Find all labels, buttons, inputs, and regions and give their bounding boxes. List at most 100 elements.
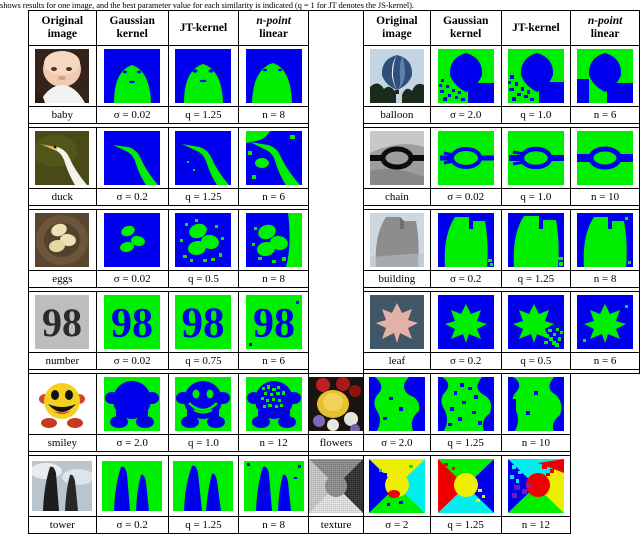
texture-noise-overlay [309, 459, 364, 513]
segmentation-map [437, 295, 494, 349]
param-jt-building: q = 1.25 [500, 270, 572, 288]
cell-npoint-eggs [238, 209, 310, 271]
cell-npoint-tower [238, 455, 310, 517]
thumb-texture-gaussian [368, 459, 425, 513]
header-original-image-right: Original image [363, 10, 431, 46]
segmentation-map [507, 377, 564, 431]
param-jt-duck: q = 1.25 [167, 188, 240, 206]
segmentation-map [507, 131, 564, 185]
thumb-leaf-gaussian [437, 295, 494, 349]
svg-text:98: 98 [111, 301, 153, 347]
thumb-building-npoint [577, 213, 634, 267]
cell-npoint-building [570, 209, 640, 271]
thumb-balloon-gaussian [437, 49, 494, 103]
cell-npoint-leaf [570, 291, 640, 353]
cell-jt-texture [429, 455, 502, 517]
cell-jt-smiley [167, 373, 240, 435]
param-gaussian-texture: σ = 2 [363, 516, 431, 534]
header-jt-kernel-right: JT-kernel [500, 10, 572, 46]
cell-jt-building [500, 209, 572, 271]
label-texture: texture [308, 516, 365, 534]
param-npoint-smiley: n = 12 [238, 434, 310, 452]
cell-jt-flowers [429, 373, 502, 435]
segmentation-map [437, 49, 494, 103]
thumb-building-gaussian [437, 213, 494, 267]
header-line1: Gaussian [442, 15, 489, 27]
cell-jt-tower [167, 455, 240, 517]
thumb-texture-original [309, 459, 364, 513]
thumb-balloon-npoint [577, 49, 634, 103]
param-jt-smiley: q = 1.0 [167, 434, 240, 452]
label-balloon: balloon [363, 106, 431, 124]
label-baby: baby [28, 106, 97, 124]
segmentation-map [175, 131, 232, 185]
thumb-eggs-gaussian [104, 213, 161, 267]
segmentation-map [104, 131, 161, 185]
thumb-leaf-original [369, 295, 424, 349]
param-npoint-flowers: n = 10 [500, 434, 572, 452]
segmentation-map [437, 213, 494, 267]
cell-gaussian-tower [95, 455, 169, 517]
svg-text:98: 98 [182, 300, 225, 347]
param-jt-tower: q = 1.25 [167, 516, 240, 534]
param-npoint-duck: n = 6 [238, 188, 310, 206]
segmentation-map [437, 131, 494, 185]
thumb-chain-jt [507, 131, 564, 185]
segmentation-map [175, 49, 232, 103]
thumb-leaf-npoint [577, 295, 634, 349]
segmentation-map [104, 49, 161, 103]
thumb-chain-gaussian [437, 131, 494, 185]
param-jt-chain: q = 1.0 [500, 188, 572, 206]
segmentation-map [245, 49, 302, 103]
segmentation-map [577, 131, 634, 185]
cell-original-baby [28, 45, 97, 107]
param-gaussian-leaf: σ = 0.2 [429, 352, 502, 370]
header-line1: Original [376, 15, 418, 27]
thumb-tower-gaussian [102, 461, 163, 511]
svg-text:98: 98 [253, 301, 295, 347]
cell-original-number: 98 [28, 291, 97, 353]
param-jt-eggs: q = 0.5 [167, 270, 240, 288]
cell-jt-chain [500, 127, 572, 189]
thumb-smiley-gaussian [104, 377, 161, 431]
cell-original-building [363, 209, 431, 271]
param-npoint-baby: n = 8 [238, 106, 310, 124]
figure-caption: shows results for one image, and the bes… [0, 0, 414, 10]
segmentation-map [437, 459, 494, 513]
segmentation-map: 98 [104, 295, 161, 349]
thumb-texture-npoint [507, 459, 564, 513]
param-gaussian-smiley: σ = 2.0 [95, 434, 169, 452]
param-gaussian-baby: σ = 0.02 [95, 106, 169, 124]
segmentation-map: 98 [245, 295, 302, 349]
header-line1: n-point [587, 15, 623, 27]
cell-gaussian-baby [95, 45, 169, 107]
thumb-number-jt: 98 [175, 295, 232, 349]
cell-npoint-flowers [500, 373, 572, 435]
thumb-balloon-jt [507, 49, 564, 103]
thumb-flowers-npoint [507, 377, 564, 431]
cell-jt-balloon [500, 45, 572, 107]
leaf-photo [369, 295, 424, 349]
param-gaussian-duck: σ = 0.2 [95, 188, 169, 206]
segmentation-map [104, 213, 161, 267]
segmentation-map [175, 377, 232, 431]
param-npoint-number: n = 6 [238, 352, 310, 370]
building-photo [369, 213, 424, 267]
table-header-row: Original image Gaussian kernel JT-kernel… [28, 10, 640, 374]
cell-npoint-balloon [570, 45, 640, 107]
balloon-photo [369, 49, 424, 103]
param-jt-texture: q = 1.25 [429, 516, 502, 534]
results-table: Original image Gaussian kernel JT-kernel… [27, 10, 640, 534]
thumb-building-jt [507, 213, 564, 267]
cell-jt-eggs [167, 209, 240, 271]
param-npoint-chain: n = 10 [570, 188, 640, 206]
flowers-photo [309, 377, 364, 431]
segmentation-map [577, 213, 634, 267]
table-row [28, 373, 640, 435]
segmentation-map [577, 295, 634, 349]
param-npoint-leaf: n = 6 [570, 352, 640, 370]
cell-jt-number: 98 [167, 291, 240, 353]
segmentation-map [507, 459, 564, 513]
cell-original-texture [308, 455, 365, 517]
cell-npoint-texture [500, 455, 572, 517]
